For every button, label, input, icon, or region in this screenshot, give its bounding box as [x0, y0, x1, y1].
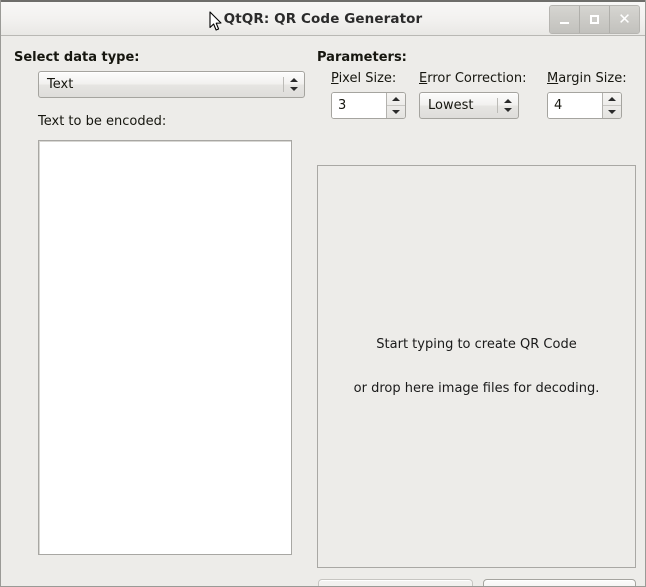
chevron-down-icon: [392, 110, 400, 114]
error-correction-group: Error Correction: Lowest: [419, 71, 526, 119]
margin-size-value[interactable]: 4: [548, 93, 602, 118]
qr-preview-dropzone[interactable]: Start typing to create QR Code or drop h…: [317, 165, 636, 568]
margin-size-decrement-button[interactable]: [603, 106, 621, 118]
save-qrcode-button[interactable]: Save QRCode: [318, 579, 473, 586]
preview-line-1: Start typing to create QR Code: [376, 336, 577, 352]
margin-size-spinbox[interactable]: 4: [547, 92, 622, 119]
decode-button[interactable]: Decode: [483, 579, 636, 586]
pixel-size-decrement-button[interactable]: [387, 106, 405, 118]
pixel-size-group: Pixel Size: 3: [331, 71, 406, 119]
chevron-up-icon: [392, 97, 400, 101]
preview-placeholder-text: Start typing to create QR Code or drop h…: [354, 312, 600, 422]
window-content: Select data type: Text Text to be encode…: [1, 36, 645, 586]
margin-size-increment-button[interactable]: [603, 93, 621, 106]
pixel-size-increment-button[interactable]: [387, 93, 405, 106]
pixel-size-value[interactable]: 3: [332, 93, 386, 118]
data-type-combobox[interactable]: Text: [38, 71, 305, 98]
window-title: QtQR: QR Code Generator: [223, 10, 423, 27]
updown-chevron-icon: [498, 99, 518, 112]
chevron-down-icon: [608, 110, 616, 114]
maximize-button[interactable]: [580, 6, 610, 33]
margin-size-label: Margin Size:: [547, 71, 627, 86]
parameters-row: Pixel Size: 3 Error Correction: Lowest M…: [317, 71, 637, 127]
margin-size-stepper: [602, 93, 621, 118]
updown-chevron-icon: [284, 78, 304, 91]
title-bar[interactable]: QtQR: QR Code Generator ✕: [1, 0, 645, 36]
minimize-icon: [560, 22, 569, 24]
text-to-encode-label: Text to be encoded:: [38, 114, 167, 129]
text-to-encode-input[interactable]: [38, 140, 292, 555]
parameters-panel: Parameters: Pixel Size: 3 Error Correcti…: [317, 50, 637, 127]
margin-size-group: Margin Size: 4: [547, 71, 627, 119]
maximize-icon: [590, 15, 599, 24]
app-window: QtQR: QR Code Generator ✕ Select data ty…: [0, 0, 646, 587]
error-correction-label: Error Correction:: [419, 71, 526, 86]
error-correction-label-rest: rror Correction:: [427, 71, 527, 86]
close-icon: ✕: [618, 10, 631, 28]
pixel-size-label-mnemonic: P: [331, 71, 339, 86]
close-button[interactable]: ✕: [610, 6, 639, 33]
pixel-size-stepper: [386, 93, 405, 118]
left-panel: Select data type: Text Text to be encode…: [14, 50, 307, 136]
margin-size-label-mnemonic: M: [547, 71, 559, 86]
error-correction-label-mnemonic: E: [419, 71, 428, 86]
minimize-button[interactable]: [550, 6, 580, 33]
window-controls: ✕: [549, 5, 640, 34]
select-data-type-label: Select data type:: [14, 50, 140, 65]
pixel-size-label: Pixel Size:: [331, 71, 406, 86]
pixel-size-label-rest: ixel Size:: [338, 71, 397, 86]
parameters-label: Parameters:: [317, 50, 407, 65]
error-correction-combobox[interactable]: Lowest: [419, 92, 519, 119]
data-type-value: Text: [47, 77, 74, 92]
margin-size-label-rest: argin Size:: [558, 71, 627, 86]
error-correction-value: Lowest: [428, 98, 474, 113]
preview-line-2: or drop here image files for decoding.: [353, 380, 600, 396]
chevron-up-icon: [608, 97, 616, 101]
pixel-size-spinbox[interactable]: 3: [331, 92, 406, 119]
